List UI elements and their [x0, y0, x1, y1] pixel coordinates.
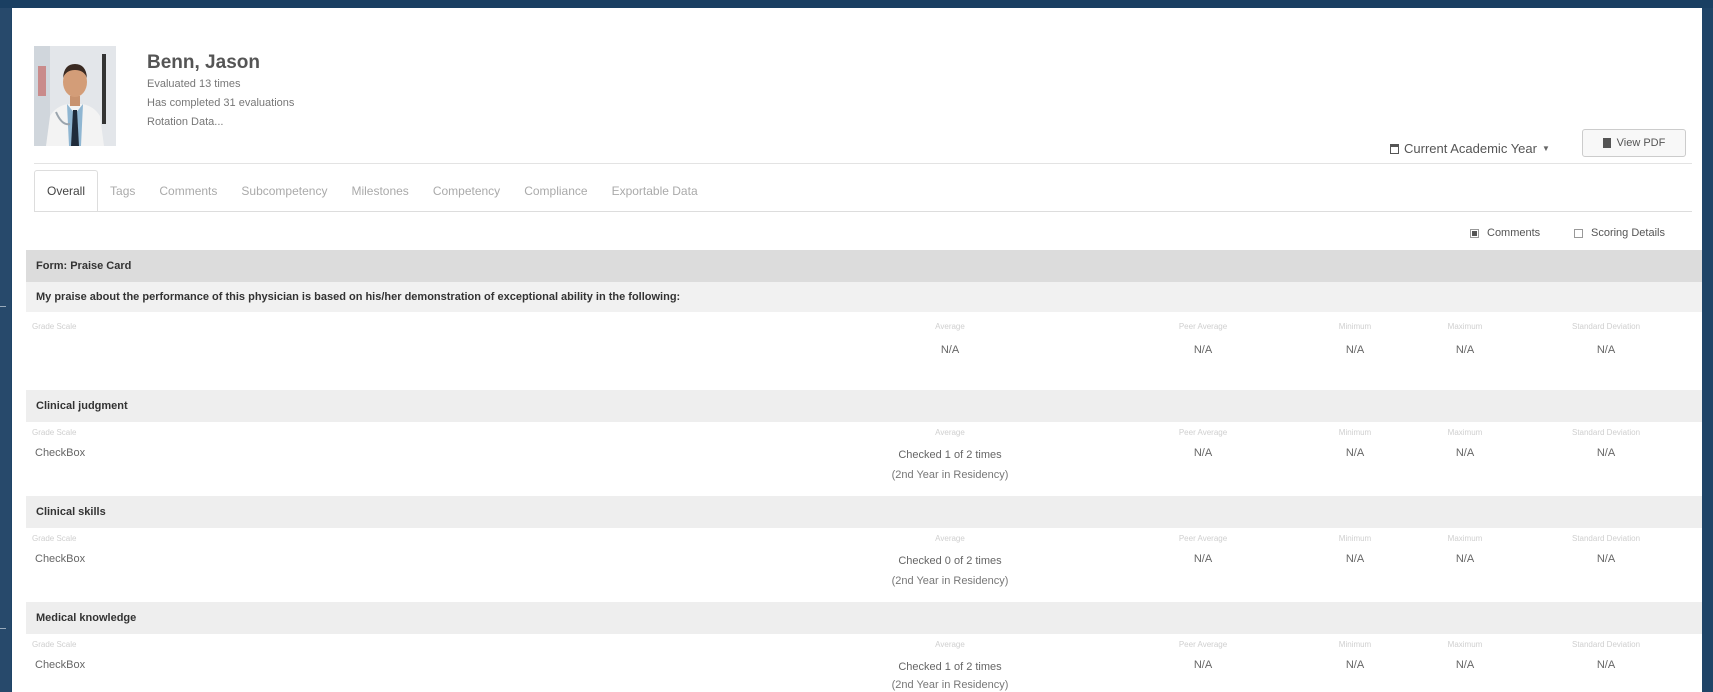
file-icon: [1602, 138, 1611, 148]
summary-average: N/A: [940, 344, 960, 356]
col-std-dev: Standard Deviation: [1571, 428, 1641, 437]
checkbox-empty-icon: [1574, 228, 1583, 238]
std-dev-value: N/A: [1596, 553, 1616, 565]
left-edge-strip: [0, 8, 11, 692]
comments-option-label: Comments: [1487, 227, 1541, 239]
tab-subcompetency[interactable]: Subcompetency: [229, 170, 339, 212]
col-minimum: Minimum: [1338, 640, 1372, 649]
minimum-value: N/A: [1345, 553, 1365, 565]
tab-bar: Overall Tags Comments Subcompetency Mile…: [34, 170, 710, 212]
col-maximum: Maximum: [1447, 640, 1483, 649]
tabs-underline: [34, 211, 1692, 212]
maximum-value: N/A: [1455, 553, 1475, 565]
minimum-value: N/A: [1345, 447, 1365, 459]
evaluated-count: Evaluated 13 times: [147, 78, 241, 90]
tab-exportable-data[interactable]: Exportable Data: [600, 170, 710, 212]
tab-tags[interactable]: Tags: [98, 170, 147, 212]
tab-milestones[interactable]: Milestones: [339, 170, 420, 212]
edge-tick: [0, 306, 6, 307]
tab-overall[interactable]: Overall: [34, 170, 99, 212]
col-std-dev: Standard Deviation: [1571, 534, 1641, 543]
col-minimum: Minimum: [1338, 322, 1372, 331]
peer-average-value: N/A: [1193, 659, 1213, 671]
question-bar: My praise about the performance of this …: [26, 282, 1702, 312]
col-average: Average: [935, 322, 965, 331]
peer-average-value: N/A: [1193, 553, 1213, 565]
rotation-data-link[interactable]: Rotation Data...: [147, 116, 223, 128]
summary-maximum: N/A: [1455, 344, 1475, 356]
col-std-dev: Standard Deviation: [1571, 640, 1641, 649]
average-note: (2nd Year in Residency): [891, 575, 1009, 587]
col-minimum: Minimum: [1338, 428, 1372, 437]
average-value: Checked 0 of 2 times: [898, 555, 1002, 567]
col-peer-average: Peer Average: [1178, 640, 1228, 649]
summary-minimum: N/A: [1345, 344, 1365, 356]
view-pdf-label: View PDF: [1616, 137, 1666, 149]
average-note: (2nd Year in Residency): [891, 679, 1009, 691]
col-maximum: Maximum: [1447, 534, 1483, 543]
std-dev-value: N/A: [1596, 659, 1616, 671]
profile-name: Benn, Jason: [147, 52, 260, 73]
col-peer-average: Peer Average: [1178, 428, 1228, 437]
summary-peer-average: N/A: [1193, 344, 1213, 356]
maximum-value: N/A: [1455, 447, 1475, 459]
header-divider: [34, 163, 1692, 164]
form-title-bar: Form: Praise Card: [26, 250, 1702, 282]
academic-year-label: Current Academic Year: [1404, 141, 1537, 156]
col-grade-scale: Grade Scale: [32, 534, 77, 543]
maximum-value: N/A: [1455, 659, 1475, 671]
col-grade-scale: Grade Scale: [32, 428, 77, 437]
minimum-value: N/A: [1345, 659, 1365, 671]
col-maximum: Maximum: [1447, 428, 1483, 437]
col-average: Average: [935, 534, 965, 543]
window-top-bar: [0, 0, 1713, 8]
grade-scale-value: CheckBox: [35, 659, 86, 671]
col-maximum: Maximum: [1447, 322, 1483, 331]
col-minimum: Minimum: [1338, 534, 1372, 543]
evaluation-panel: Benn, Jason Evaluated 13 times Has compl…: [12, 8, 1702, 692]
average-note: (2nd Year in Residency): [891, 469, 1009, 481]
scoring-details-checkbox[interactable]: Scoring Details: [1574, 227, 1665, 239]
peer-average-value: N/A: [1193, 447, 1213, 459]
academic-year-dropdown[interactable]: Current Academic Year ▼: [1390, 141, 1550, 156]
section-clinical-skills: Clinical skills: [26, 496, 1702, 528]
col-std-dev: Standard Deviation: [1571, 322, 1641, 331]
summary-std-dev: N/A: [1596, 344, 1616, 356]
section-medical-knowledge: Medical knowledge: [26, 602, 1702, 634]
tab-comments[interactable]: Comments: [147, 170, 229, 212]
col-average: Average: [935, 640, 965, 649]
col-grade-scale: Grade Scale: [32, 640, 77, 649]
col-peer-average: Peer Average: [1178, 534, 1228, 543]
section-clinical-judgment: Clinical judgment: [26, 390, 1702, 422]
checkbox-checked-icon: [1470, 228, 1479, 238]
scoring-details-option-label: Scoring Details: [1591, 227, 1665, 239]
comments-checkbox[interactable]: Comments: [1470, 227, 1540, 239]
view-pdf-button[interactable]: View PDF: [1582, 129, 1686, 157]
col-average: Average: [935, 428, 965, 437]
caret-down-icon: ▼: [1541, 144, 1550, 153]
completed-count: Has completed 31 evaluations: [147, 97, 295, 109]
average-value: Checked 1 of 2 times: [898, 661, 1002, 673]
std-dev-value: N/A: [1596, 447, 1616, 459]
grade-scale-value: CheckBox: [35, 447, 86, 459]
average-value: Checked 1 of 2 times: [898, 449, 1002, 461]
avatar: [34, 46, 116, 146]
col-peer-average: Peer Average: [1178, 322, 1228, 331]
grade-scale-value: CheckBox: [35, 553, 86, 565]
doctor-photo-icon: [34, 46, 116, 146]
edge-tick: [0, 628, 6, 629]
calendar-icon: [1390, 143, 1399, 154]
tab-compliance[interactable]: Compliance: [512, 170, 599, 212]
col-grade-scale: Grade Scale: [32, 322, 77, 331]
tab-competency[interactable]: Competency: [421, 170, 512, 212]
